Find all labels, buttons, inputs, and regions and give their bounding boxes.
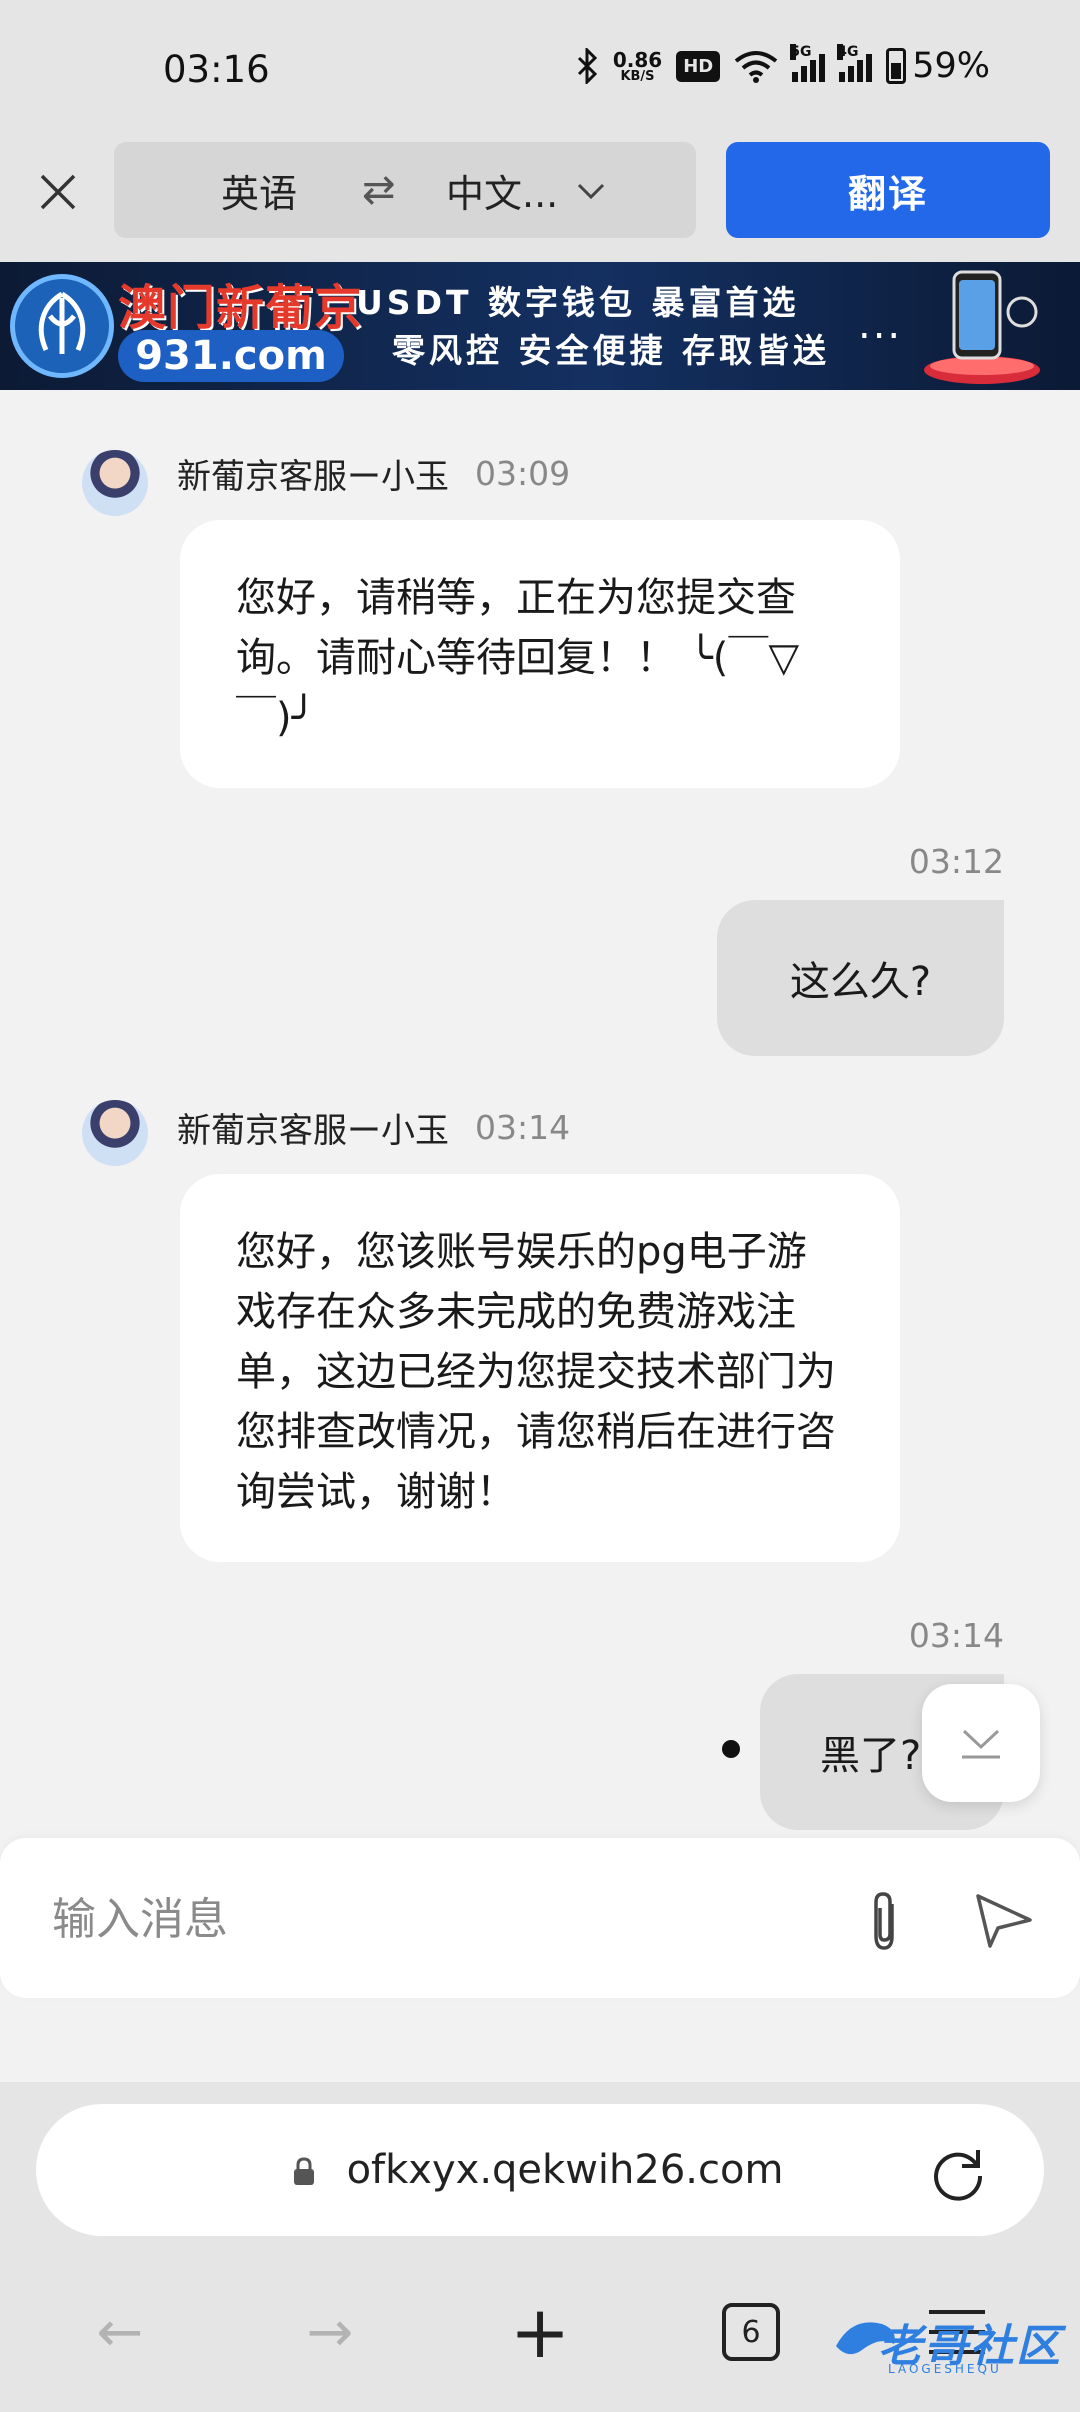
wifi-icon: [734, 51, 778, 83]
reload-icon[interactable]: [928, 2142, 988, 2202]
address-bar[interactable]: ofkxyx.qekwih26.com: [36, 2104, 1044, 2236]
status-bar: 03:16 0.86 KB/S HD 5G 4G 59%: [0, 0, 1080, 140]
incoming-message-bubble[interactable]: 您好，请稍等，正在为您提交查询。请耐心等待回复！！ ╰(￣▽￣)╯: [180, 520, 900, 788]
message-header: 新葡京客服ー小玉 03:14: [177, 1104, 571, 1151]
status-icons: 0.86 KB/S HD 5G 4G 59%: [575, 44, 990, 86]
banner-slogan-2: 零风控 安全便捷 存取皆送: [392, 331, 830, 370]
signal-sim1-icon: 5G: [790, 44, 826, 82]
network-speed-unit: KB/S: [620, 68, 655, 84]
sender-name: 新葡京客服ー小玉: [177, 1110, 449, 1151]
chevron-down-icon[interactable]: [577, 173, 605, 208]
message-header: 新葡京客服ー小玉 03:09: [177, 450, 571, 497]
swap-languages-icon[interactable]: ⇄: [362, 167, 396, 213]
battery-icon: [886, 48, 907, 84]
agent-avatar[interactable]: [82, 1100, 148, 1166]
banner-brand: 澳门新葡京: [118, 280, 364, 336]
language-selector[interactable]: 英语 ⇄ 中文...: [114, 142, 696, 238]
forward-arrow-icon[interactable]: →: [290, 2282, 370, 2382]
message-composer: [0, 1838, 1080, 1998]
source-language[interactable]: 英语: [221, 163, 297, 218]
casino-logo-icon: [10, 274, 114, 378]
outgoing-message-bubble[interactable]: 这么久?: [717, 900, 1004, 1056]
message-time: 03:09: [475, 453, 571, 493]
watermark-subtext: LAOGESHEQU: [888, 2362, 1002, 2376]
watermark: 老哥社区 LAOGESHEQU: [832, 2300, 1072, 2390]
sender-name: 新葡京客服ー小玉: [177, 456, 449, 497]
sending-indicator: [722, 1740, 740, 1758]
battery-indicator: 59%: [886, 46, 990, 86]
agent-avatar[interactable]: [82, 450, 148, 516]
new-tab-plus-icon[interactable]: +: [500, 2282, 580, 2382]
back-arrow-icon[interactable]: ←: [80, 2282, 160, 2382]
bluetooth-icon: [577, 48, 597, 84]
hd-voice-badge: HD: [676, 50, 721, 82]
banner-slogan-1: USDT 数字钱包 暴富首选: [356, 283, 800, 322]
message-time: 03:12: [908, 842, 1004, 881]
close-icon[interactable]: [28, 162, 88, 222]
message-time: 03:14: [908, 1616, 1004, 1655]
signal-sim2-icon: 4G: [837, 44, 873, 82]
status-time: 03:16: [163, 48, 270, 91]
tab-count-button[interactable]: 6: [722, 2303, 780, 2361]
message-input[interactable]: [52, 1884, 812, 1954]
phone-illustration-icon: [924, 270, 1040, 384]
target-language[interactable]: 中文...: [446, 163, 558, 218]
sim1-network-label: 5G: [790, 44, 812, 60]
banner-domain: 931.com: [118, 330, 344, 382]
translate-toolbar: 英语 ⇄ 中文... 翻译: [0, 140, 1080, 262]
network-speed-value: 0.86: [612, 47, 663, 72]
translate-button[interactable]: 翻译: [726, 142, 1050, 238]
send-icon[interactable]: [972, 1888, 1036, 1952]
scroll-to-bottom-button[interactable]: [922, 1684, 1040, 1802]
incoming-message-bubble[interactable]: 您好，您该账号娱乐的pg电子游戏存在众多未完成的免费游戏注单，这边已经为您提交技…: [180, 1174, 900, 1562]
sim2-network-label: 4G: [837, 44, 859, 60]
ad-banner[interactable]: 澳门新葡京 931.com USDT 数字钱包 暴富首选 零风控 安全便捷 存取…: [0, 262, 1080, 390]
arrow-down-icon: [962, 1729, 1000, 1759]
network-speed: 0.86 KB/S: [613, 50, 662, 83]
paperclip-icon[interactable]: [856, 1890, 912, 1954]
message-time: 03:14: [475, 1107, 571, 1147]
lock-icon: [294, 2157, 314, 2185]
battery-percent: 59%: [912, 46, 990, 86]
url-text[interactable]: ofkxyx.qekwih26.com: [347, 2147, 784, 2193]
banner-more: ...: [858, 302, 903, 348]
